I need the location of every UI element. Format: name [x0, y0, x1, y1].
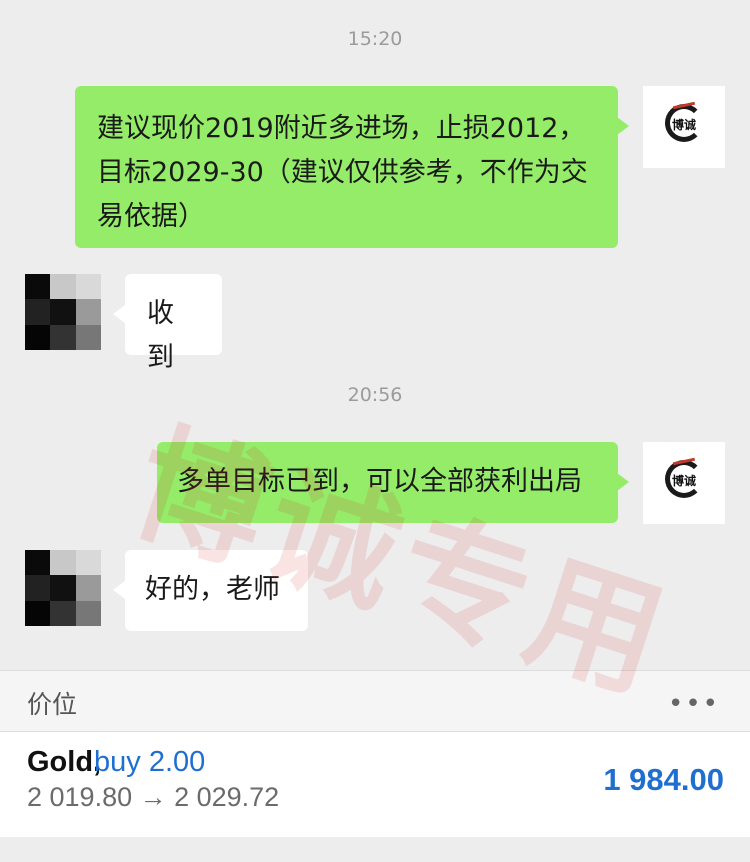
timestamp: 20:56: [347, 384, 403, 406]
more-options-icon[interactable]: •••: [668, 689, 720, 719]
trade-label: buy 2.00: [94, 746, 206, 778]
price-range: 2 019.80 → 2 029.72: [27, 782, 280, 812]
chat-area: 15:20 建议现价2019附近多进场，止损2012，目标2029-30（建议仅…: [0, 0, 750, 670]
current-price: 1 984.00: [603, 762, 724, 797]
avatar-user[interactable]: [25, 274, 101, 350]
message-bubble-received[interactable]: 好的，老师: [125, 550, 308, 631]
avatar-teacher[interactable]: 博诚: [643, 86, 725, 168]
bubble-tail: [617, 473, 629, 491]
message-bubble-sent[interactable]: 建议现价2019附近多进场，止损2012，目标2029-30（建议仅供参考，不作…: [75, 86, 618, 248]
avatar-logo-text: 博诚: [671, 118, 696, 132]
bubble-tail: [113, 305, 125, 323]
price-panel: 价位 ••• Gold, buy 2.00 2 019.80 → 2 029.7…: [0, 670, 750, 837]
timestamp: 15:20: [347, 28, 403, 50]
bubble-tail: [113, 581, 125, 599]
avatar-user[interactable]: [25, 550, 101, 626]
avatar-logo-text: 博诚: [671, 474, 696, 488]
bubble-tail: [617, 117, 629, 135]
panel-header: 价位 •••: [0, 670, 750, 732]
message-bubble-received[interactable]: 收到: [125, 274, 222, 373]
message-bubble-sent[interactable]: 多单目标已到，可以全部获利出局: [157, 442, 618, 523]
symbol-label: Gold,: [27, 746, 102, 778]
avatar-teacher[interactable]: 博诚: [643, 442, 725, 524]
panel-title: 价位: [27, 690, 78, 719]
